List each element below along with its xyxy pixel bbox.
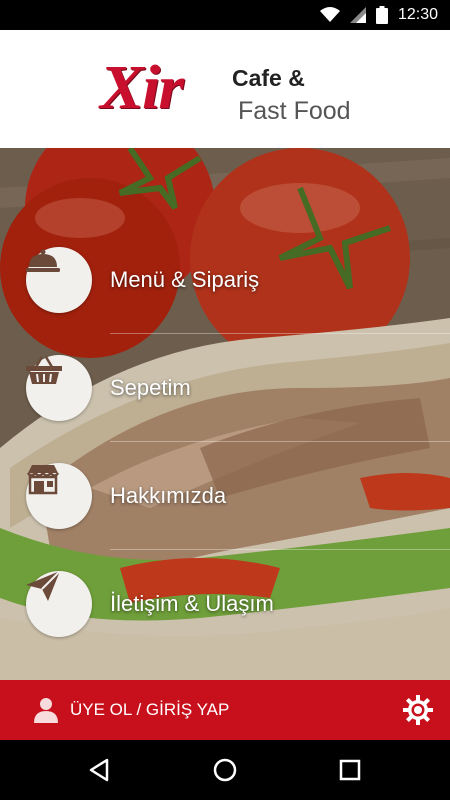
app-header: Xir Cafe & Fast Food (0, 30, 450, 148)
signal-icon (349, 7, 366, 23)
brand-logo: Xir Cafe & Fast Food (100, 48, 360, 138)
login-register-label: ÜYE OL / GİRİŞ YAP (70, 700, 230, 719)
logo-main-text: Xir (100, 52, 184, 123)
status-bar: 12:30 (0, 0, 450, 30)
menu-item-order[interactable]: Menü & Sipariş (0, 226, 450, 334)
hero-background: Menü & Sipariş Sepetim Hakkımızda İletiş… (0, 148, 450, 680)
storefront-icon (26, 465, 60, 495)
menu-icon-circle (26, 247, 92, 313)
recents-icon[interactable] (335, 755, 365, 785)
battery-icon (375, 6, 388, 24)
system-nav-bar (0, 740, 450, 800)
menu-item-about[interactable]: Hakkımızda (0, 442, 450, 550)
gear-icon[interactable] (402, 694, 434, 726)
wifi-icon (319, 7, 340, 22)
menu-icon-circle (26, 463, 92, 529)
paper-plane-icon (26, 571, 60, 601)
login-register-button[interactable]: ÜYE OL / GİRİŞ YAP (32, 680, 229, 740)
menu-item-contact[interactable]: İletişim & Ulaşım (0, 550, 450, 658)
back-icon[interactable] (85, 755, 115, 785)
cloche-icon (26, 249, 60, 272)
menu-icon-circle (26, 355, 92, 421)
home-icon[interactable] (210, 755, 240, 785)
menu-item-label: İletişim & Ulaşım (110, 591, 274, 616)
user-icon (34, 698, 58, 723)
logo-cafe-text: Cafe & (232, 65, 305, 91)
menu-item-label: Hakkımızda (110, 483, 227, 508)
account-bar: ÜYE OL / GİRİŞ YAP (0, 680, 450, 740)
basket-icon (26, 356, 62, 384)
menu-icon-circle (26, 571, 92, 637)
logo-fastfood-text: Fast Food (238, 97, 351, 125)
menu-item-cart[interactable]: Sepetim (0, 334, 450, 442)
menu-item-label: Menü & Sipariş (110, 267, 260, 292)
clock: 12:30 (397, 6, 438, 23)
menu-item-label: Sepetim (110, 375, 191, 400)
